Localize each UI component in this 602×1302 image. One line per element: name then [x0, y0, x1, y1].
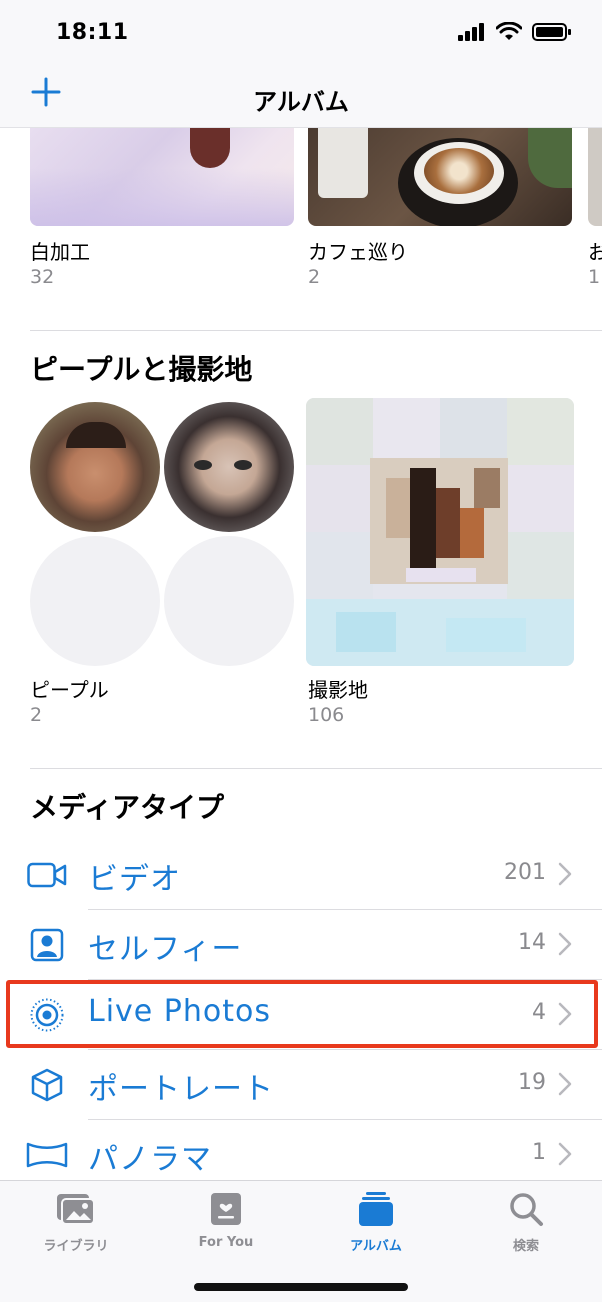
album-count: 1	[588, 266, 601, 288]
media-item-portrait[interactable]: ポートレート 19	[0, 1050, 602, 1120]
photo-detail	[66, 422, 126, 448]
section-divider	[30, 330, 602, 331]
for-you-icon	[166, 1189, 286, 1229]
album-count: 32	[30, 266, 55, 288]
albums-row: 白加工 32 カフェ巡り 2 お 1	[0, 128, 602, 328]
page-title: アルバム	[253, 88, 349, 116]
album-name: カフェ巡り	[308, 240, 408, 264]
albums-icon	[316, 1189, 436, 1229]
avatar-placeholder	[30, 536, 160, 666]
media-item-count: 19	[518, 1070, 546, 1095]
tab-label: 検索	[512, 1239, 539, 1254]
status-time: 18:11	[56, 20, 129, 45]
photo-detail	[190, 128, 230, 168]
section-title-people-places: ピープルと撮影地	[30, 353, 253, 386]
video-icon	[26, 854, 68, 896]
places-count: 106	[308, 704, 345, 726]
signal-icon	[458, 23, 484, 41]
photo-detail	[318, 128, 368, 198]
portrait-cube-icon	[26, 1064, 68, 1106]
media-item-label: ビデオ	[88, 862, 181, 897]
album-name: 白加工	[30, 240, 90, 264]
photo-detail	[234, 460, 252, 470]
map-image	[306, 398, 574, 666]
panorama-icon	[26, 1134, 68, 1176]
album-count: 2	[308, 266, 321, 288]
media-item-label: セルフィー	[88, 932, 243, 967]
chevron-right-icon	[558, 932, 572, 956]
library-icon	[16, 1189, 136, 1229]
avatar-placeholder	[164, 536, 294, 666]
tab-albums[interactable]: アルバム	[316, 1189, 436, 1259]
chevron-right-icon	[558, 1072, 572, 1096]
avatar	[30, 402, 160, 532]
media-item-video[interactable]: ビデオ 201	[0, 840, 602, 910]
chevron-right-icon	[558, 862, 572, 886]
photo-detail	[30, 168, 294, 226]
photo-detail	[528, 128, 572, 188]
selfie-icon	[26, 924, 68, 966]
tab-label: アルバム	[350, 1239, 402, 1254]
media-item-count: 201	[504, 860, 546, 885]
album-thumbnail[interactable]	[308, 128, 572, 226]
tab-library[interactable]: ライブラリ	[16, 1189, 136, 1259]
tab-search[interactable]: 検索	[466, 1189, 586, 1259]
highlight-annotation	[6, 980, 598, 1048]
avatar	[164, 402, 294, 532]
media-item-selfie[interactable]: セルフィー 14	[0, 910, 602, 980]
photo-detail	[424, 148, 494, 194]
album-thumbnail[interactable]	[30, 128, 294, 226]
tab-label: ライブラリ	[43, 1239, 109, 1254]
media-item-count: 14	[518, 930, 546, 955]
places-label: 撮影地	[308, 678, 368, 702]
people-count: 2	[30, 704, 43, 726]
status-icons	[458, 22, 572, 42]
media-item-label: パノラマ	[88, 1142, 212, 1177]
album-thumbnail[interactable]	[588, 128, 602, 226]
battery-icon	[532, 23, 571, 41]
people-label: ピープル	[30, 678, 109, 702]
album-name: お	[588, 240, 602, 264]
top-bar: 18:11 アルバム	[0, 0, 602, 128]
media-item-label: ポートレート	[88, 1072, 274, 1107]
section-divider	[30, 768, 602, 769]
section-title-media-types: メディアタイプ	[30, 791, 225, 824]
photo-detail	[194, 460, 212, 470]
search-icon	[466, 1189, 586, 1229]
tab-label: For You	[198, 1235, 254, 1250]
chevron-right-icon	[558, 1142, 572, 1166]
places-map-thumbnail[interactable]	[306, 398, 574, 666]
wifi-icon	[496, 22, 522, 40]
media-item-count: 1	[532, 1140, 546, 1165]
home-indicator	[194, 1283, 408, 1291]
tab-for-you[interactable]: For You	[166, 1189, 286, 1259]
